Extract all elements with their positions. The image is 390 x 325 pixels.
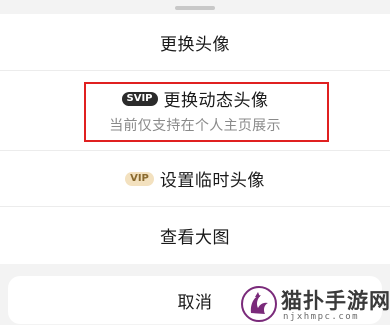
watermark-url: njxhmpc.com (283, 312, 360, 322)
change-dynamic-avatar-option[interactable]: SVIP 更换动态头像 当前仅支持在个人主页展示 (0, 71, 390, 151)
view-large-image-label: 查看大图 (160, 228, 230, 248)
change-avatar-label: 更换头像 (160, 34, 230, 55)
view-large-image-option[interactable]: 查看大图 (0, 207, 390, 264)
svip-badge: SVIP (121, 91, 158, 106)
set-temporary-avatar-option[interactable]: VIP 设置临时头像 (0, 151, 390, 207)
vip-badge: VIP (125, 171, 154, 186)
cancel-label: 取消 (177, 292, 213, 313)
change-dynamic-avatar-label: 更换动态头像 (163, 91, 269, 111)
action-sheet: 更换头像 SVIP 更换动态头像 当前仅支持在个人主页展示 VIP 设置临时头像… (0, 0, 390, 325)
change-avatar-option[interactable]: 更换头像 (0, 14, 390, 71)
watermark-logo-icon (241, 286, 277, 322)
drag-handle[interactable] (175, 6, 215, 10)
set-temporary-avatar-label: 设置临时头像 (159, 171, 265, 191)
watermark-title: 猫扑手游网 (281, 289, 390, 313)
watermark: 猫扑手游网 njxhmpc.com (235, 282, 390, 325)
dynamic-avatar-subtitle: 当前仅支持在个人主页展示 (109, 118, 281, 134)
